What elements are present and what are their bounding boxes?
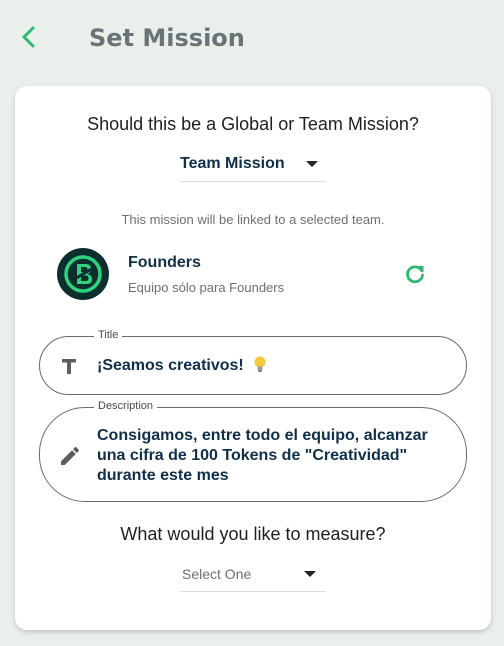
title-input[interactable]: ¡Seamos creativos! [97,355,268,375]
measure-question: What would you like to measure? [120,524,386,544]
description-field[interactable]: Description Consigamos, entre todo el eq… [39,400,467,502]
dropdown-caret-icon [306,161,318,167]
dropdown-caret-icon [304,571,316,577]
mission-type-select[interactable]: Team Mission [180,146,326,182]
description-input[interactable]: Consigamos, entre todo el equipo, alcanz… [97,426,447,486]
lightbulb-icon [254,356,266,372]
chevron-left-icon [22,26,35,48]
team-name: Founders [128,254,201,271]
mission-type-question: Should this be a Global or Team Mission? [87,114,419,134]
title-field[interactable]: Title ¡Seamos creativos! [39,329,467,395]
founders-logo-icon [57,248,109,300]
title-value: ¡Seamos creativos! [97,357,244,374]
refresh-icon [406,265,424,284]
mission-form-card: Should this be a Global or Team Mission?… [15,86,491,630]
mission-type-helper: This mission will be linked to a selecte… [121,212,385,227]
page-title: Set Mission [89,24,245,52]
app-header: Set Mission [0,0,504,76]
description-field-label: Description [94,400,158,412]
mission-type-value: Team Mission [180,154,285,172]
text-format-icon [58,355,80,377]
change-team-button[interactable] [403,262,427,286]
selected-team: Founders Equipo sólo para Founders [57,248,457,300]
pencil-icon [58,444,82,468]
measure-placeholder: Select One [182,565,252,582]
back-button[interactable] [14,22,44,52]
team-subtitle: Equipo sólo para Founders [128,280,285,295]
measure-select[interactable]: Select One [180,556,326,592]
title-field-label: Title [94,329,123,341]
screen: Set Mission Should this be a Global or T… [0,0,504,646]
